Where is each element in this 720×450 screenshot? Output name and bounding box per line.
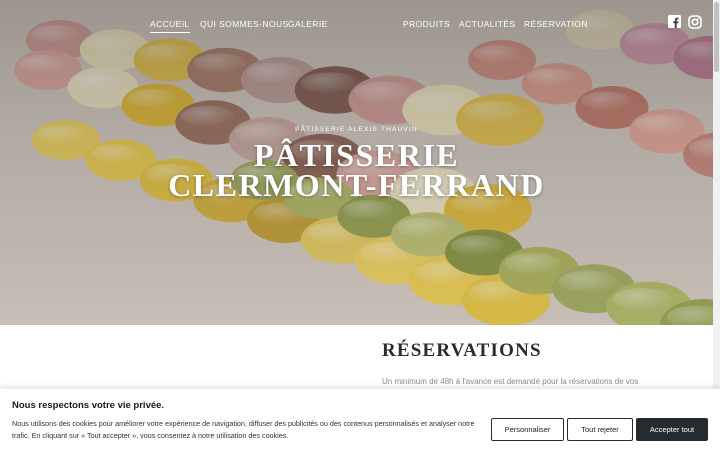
reject-all-button[interactable]: Tout rejeter — [567, 418, 633, 441]
hero-title-line-2: CLERMONT-FERRAND — [168, 167, 545, 203]
reservations-text: Un minimum de 48h à l'avance est demandé… — [382, 377, 639, 386]
hero-title-line-1: PÂTISSERIE — [253, 137, 460, 173]
accept-all-button[interactable]: Accepter tout — [636, 418, 708, 441]
cookie-text: Nous utilisons des cookies pour améliore… — [12, 419, 475, 440]
nav-link-qui-sommes-nous[interactable]: QUI SOMMES-NOUS — [200, 19, 289, 29]
hero-title: PÂTISSERIE CLERMONT-FERRAND — [0, 137, 713, 203]
customize-cookies-button[interactable]: Personnaliser — [491, 418, 564, 441]
nav-link-galerie[interactable]: GALERIE — [288, 19, 328, 29]
hero-section: ACCUEIL QUI SOMMES-NOUS GALERIE PRODUITS… — [0, 0, 713, 325]
facebook-icon[interactable] — [668, 15, 681, 33]
cookie-banner: Nous respectons votre vie privée. Nous u… — [0, 389, 720, 450]
main-nav: ACCUEIL QUI SOMMES-NOUS GALERIE PRODUITS… — [0, 0, 713, 48]
cookie-title: Nous respectons votre vie privée. — [12, 400, 165, 411]
instagram-icon[interactable] — [688, 15, 702, 34]
page-scrollbar[interactable] — [713, 0, 720, 450]
nav-link-actualites[interactable]: ACTUALITÉS — [459, 19, 515, 29]
hero-kicker: PÂTISSERIE ALEXIS THAUVIN — [295, 126, 418, 133]
nav-link-produits[interactable]: PRODUITS — [403, 19, 450, 29]
scrollbar-thumb[interactable] — [714, 2, 719, 72]
nav-link-accueil[interactable]: ACCUEIL — [150, 19, 190, 33]
reservations-heading: RÉSERVATIONS — [382, 340, 542, 361]
nav-link-reservation[interactable]: RÉSERVATION — [524, 19, 588, 29]
